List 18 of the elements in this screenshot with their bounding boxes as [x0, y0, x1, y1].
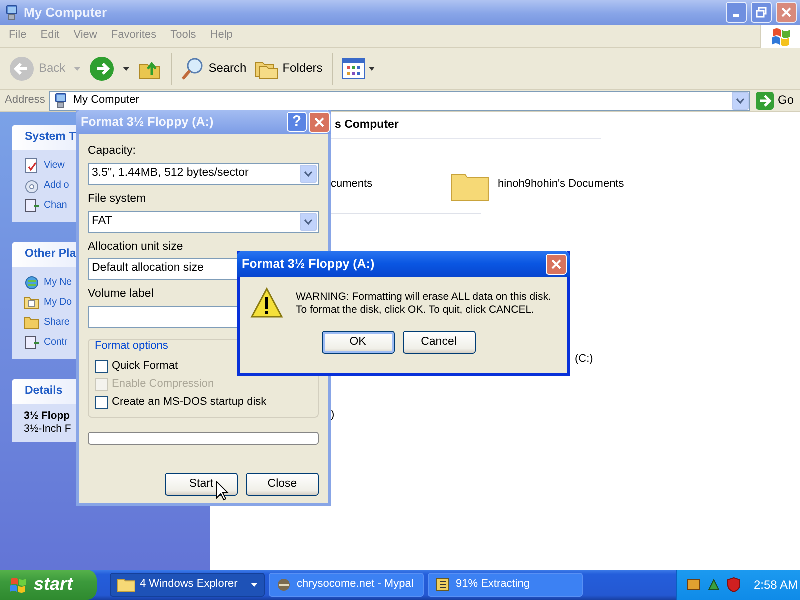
warning-message: WARNING: Formatting will erase ALL data on this disk. To format the disk, click OK. To quit, click CANCEL.: [296, 290, 552, 318]
dialog-title: Format 3½ Floppy (A:): [81, 114, 215, 130]
field-label: Allocation unit size: [88, 240, 184, 254]
address-label: Address: [5, 94, 46, 108]
group-label: Format options: [95, 340, 170, 354]
field-label: File system: [88, 192, 148, 207]
panel-title: Details: [25, 384, 63, 398]
panel-title: System T: [25, 130, 76, 144]
checkbox-label: Quick Format: [112, 360, 178, 373]
group-header: s Computer: [331, 115, 601, 139]
panel-title: Other Pla: [25, 248, 76, 262]
checkbox-label: Enable Compression: [112, 378, 214, 391]
checkbox-label: Create an MS-DOS startup disk: [112, 396, 267, 409]
window-title: My Computer: [24, 4, 108, 20]
field-label: Capacity:: [88, 145, 137, 159]
detail-text: 3½ Flopp: [24, 410, 72, 423]
clock: 2:58 AM: [754, 578, 798, 592]
detail-text: 3½-Inch F: [24, 423, 72, 436]
